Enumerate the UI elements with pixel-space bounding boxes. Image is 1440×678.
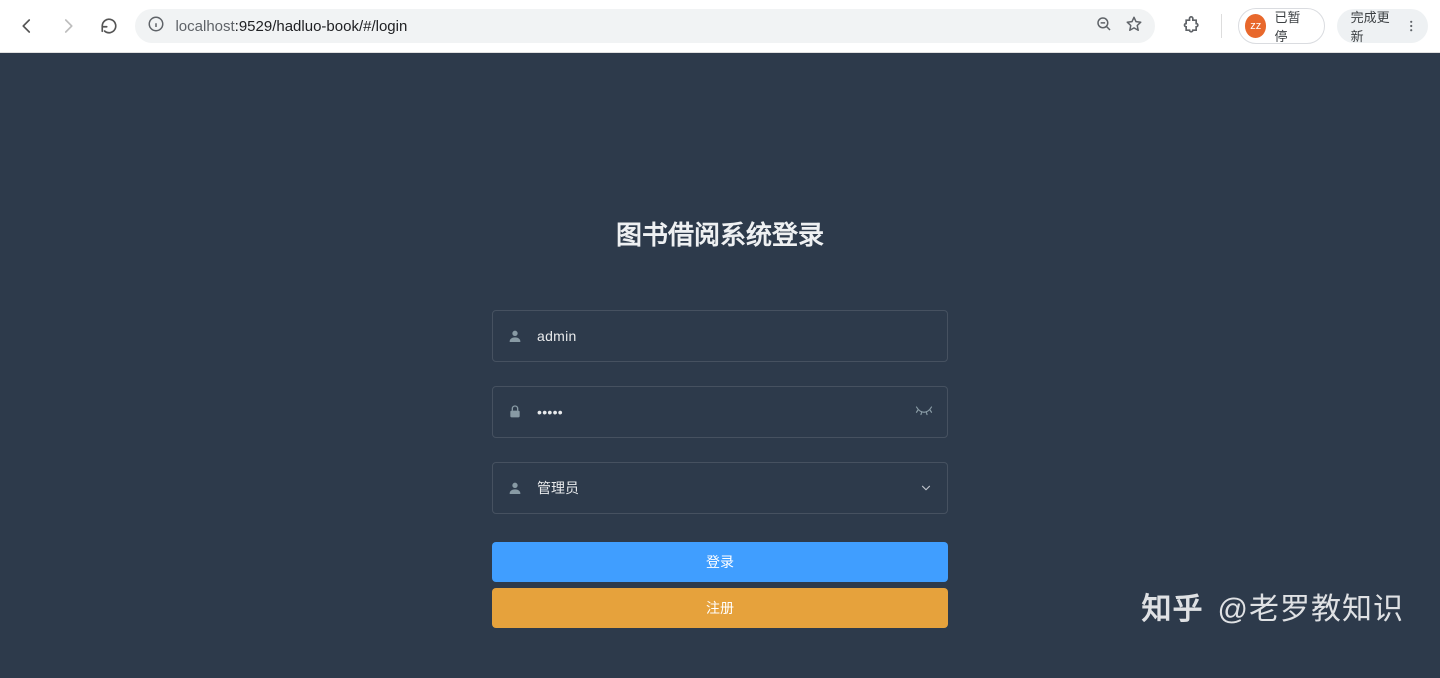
role-select[interactable]: 管理员 xyxy=(492,462,948,514)
watermark: 知乎 @老罗教知识 xyxy=(1142,584,1404,628)
profile-chip[interactable]: zz 已暂停 xyxy=(1238,8,1325,44)
lock-icon xyxy=(507,404,523,420)
zhihu-logo: 知乎 xyxy=(1142,584,1204,628)
extensions-icon[interactable] xyxy=(1179,12,1205,40)
chevron-down-icon xyxy=(919,481,933,495)
password-field[interactable] xyxy=(492,386,948,438)
toolbar-divider xyxy=(1221,14,1222,38)
login-form: 管理员 登录 注册 xyxy=(492,310,948,628)
address-bar[interactable]: localhost:9529/hadluo-book/#/login xyxy=(135,9,1155,43)
register-button[interactable]: 注册 xyxy=(492,588,948,628)
browser-toolbar: localhost:9529/hadluo-book/#/login zz 已暂… xyxy=(0,0,1440,53)
role-value: 管理员 xyxy=(537,478,905,498)
back-button[interactable] xyxy=(12,10,41,42)
user-icon xyxy=(507,480,523,496)
bookmark-icon[interactable] xyxy=(1125,15,1143,38)
username-field[interactable] xyxy=(492,310,948,362)
reload-button[interactable] xyxy=(94,10,123,42)
user-icon xyxy=(507,328,523,344)
form-buttons: 登录 注册 xyxy=(492,542,948,628)
site-info-icon[interactable] xyxy=(147,15,165,38)
update-chip[interactable]: 完成更新 xyxy=(1337,9,1428,43)
url-text: localhost:9529/hadluo-book/#/login xyxy=(175,18,407,35)
zoom-icon[interactable] xyxy=(1095,15,1113,38)
password-input[interactable] xyxy=(537,404,901,420)
eye-closed-icon[interactable] xyxy=(915,403,933,422)
forward-button[interactable] xyxy=(53,10,82,42)
more-icon xyxy=(1404,18,1418,34)
login-button[interactable]: 登录 xyxy=(492,542,948,582)
login-page: 图书借阅系统登录 管理员 登录 xyxy=(0,53,1440,678)
page-title: 图书借阅系统登录 xyxy=(616,215,824,252)
watermark-handle: @老罗教知识 xyxy=(1218,584,1404,628)
avatar: zz xyxy=(1245,14,1267,38)
username-input[interactable] xyxy=(537,328,933,344)
profile-status: 已暂停 xyxy=(1274,7,1309,45)
update-label: 完成更新 xyxy=(1351,7,1398,45)
